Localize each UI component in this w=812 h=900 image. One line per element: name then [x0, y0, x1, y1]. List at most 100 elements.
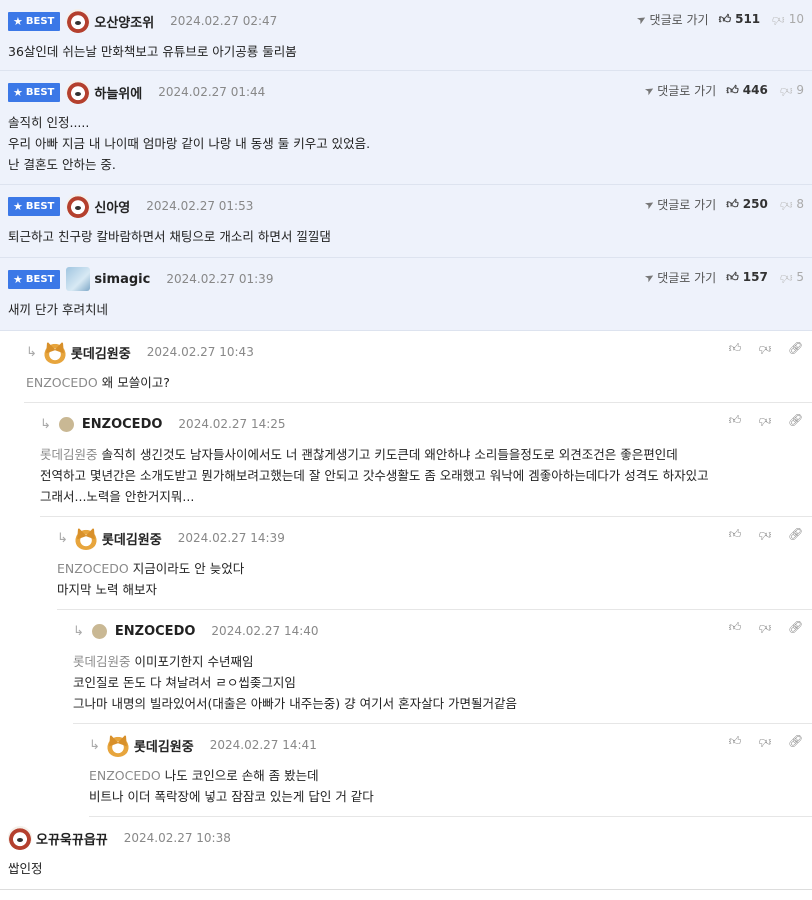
comment-body: 36살인데 쉬는날 만화책보고 유튜브로 아기공룡 둘리봄 — [8, 44, 297, 59]
link-icon[interactable]: 🔗︎ — [788, 620, 803, 635]
comment-body: 롯데김원중 이미포기한지 수년째임 코인질로 돈도 다 쳐날려서 ㄹㅇ씹좆그지임 … — [73, 654, 518, 711]
avatar[interactable] — [91, 623, 107, 639]
reply-comment: ↳ 롯데김원중 2024.02.27 14:41 ENZOCEDO 나도 코인으로… — [89, 724, 812, 817]
reply-arrow-icon: ↳ — [73, 623, 84, 639]
comment-author[interactable]: 롯데김원중 — [102, 529, 162, 548]
comment-date: 2024.02.27 14:41 — [209, 738, 317, 752]
comment-date: 2024.02.27 14:25 — [178, 417, 286, 431]
thumbs-up-icon[interactable]: 👍︎ — [728, 413, 742, 428]
reply-arrow-icon: ↳ — [40, 416, 51, 432]
downvote-button[interactable]: 👍︎ 9 — [780, 83, 804, 98]
star-icon: ★ — [13, 14, 23, 28]
thumbs-down-icon: 👍︎ — [779, 83, 793, 98]
reply-comment: ↳ 롯데김원중 2024.02.27 14:39 ENZOCEDO 지금이라도 안… — [57, 517, 812, 610]
goto-comment-link[interactable]: ➤ 댓글로 가기 — [642, 269, 716, 286]
comment-body: 퇴근하고 친구랑 칼바람하면서 채팅으로 개소리 하면서 낄낄댐 — [8, 229, 331, 244]
mention[interactable]: ENZOCEDO — [89, 768, 161, 783]
best-badge: ★ BEST — [8, 11, 61, 31]
reply-arrow-icon: ↳ — [57, 530, 68, 546]
thumbs-up-icon: 👍︎ — [726, 196, 739, 211]
avatar[interactable] — [8, 826, 32, 850]
reply-comment: ↳ 롯데김원중 2024.02.27 10:43 ENZOCEDO 왜 모쓸이고?… — [24, 331, 812, 403]
reply-comment: ↳ ENZOCEDO 2024.02.27 14:40 롯데김원중 이미포기한지 … — [73, 610, 812, 724]
link-icon[interactable]: 🔗︎ — [788, 413, 803, 428]
thumbs-up-icon: 👍︎ — [726, 269, 739, 284]
thumbs-down-icon: 👍︎ — [779, 270, 793, 285]
downvote-button[interactable]: 👍︎ 10 — [772, 12, 804, 27]
thumbs-down-icon[interactable]: 👍︎ — [758, 734, 772, 749]
thumbs-down-icon[interactable]: 👍︎ — [758, 341, 772, 356]
thumbs-down-icon[interactable]: 👍︎ — [758, 620, 772, 635]
thumbs-down-icon: 👍︎ — [779, 197, 793, 212]
best-badge: ★ BEST — [8, 269, 61, 289]
comment-body: ENZOCEDO 나도 코인으로 손해 좀 봤는데 비트나 이더 폭락장에 넣고 … — [89, 768, 374, 804]
link-icon[interactable]: 🔗︎ — [788, 734, 803, 749]
avatar[interactable] — [105, 733, 130, 757]
link-icon[interactable]: 🔗︎ — [788, 527, 803, 542]
comment-author[interactable]: 하늘위에 — [94, 83, 142, 102]
send-arrow-icon: ➤ — [642, 196, 657, 212]
comment-date: 2024.02.27 01:44 — [158, 85, 266, 99]
comment-date: 2024.02.27 01:53 — [146, 199, 254, 213]
send-arrow-icon: ➤ — [642, 82, 657, 98]
mention[interactable]: ENZOCEDO — [26, 375, 98, 390]
comment: 오뀨욱뀨읍뀨 2024.02.27 10:38 쌉인정 — [0, 817, 812, 890]
goto-comment-link[interactable]: ➤ 댓글로 가기 — [634, 11, 709, 28]
comment-body: 쌉인정 — [8, 861, 43, 876]
avatar[interactable] — [66, 194, 91, 218]
best-comment: ★ BEST 오산양조위 2024.02.27 02:47 36살인데 쉬는날 만… — [0, 0, 812, 71]
upvote-button[interactable]: 👍︎ 511 — [719, 12, 761, 27]
send-arrow-icon: ➤ — [634, 11, 650, 27]
mention[interactable]: 롯데김원중 — [73, 654, 131, 669]
best-badge: ★ BEST — [8, 82, 61, 102]
comment-body: ENZOCEDO 왜 모쓸이고? — [26, 375, 170, 390]
thumbs-up-icon: 👍︎ — [726, 82, 739, 97]
goto-comment-link[interactable]: ➤ 댓글로 가기 — [642, 82, 716, 99]
upvote-button[interactable]: 👍︎ 250 — [726, 197, 768, 212]
link-icon[interactable]: 🔗︎ — [788, 341, 803, 356]
thumbs-down-icon: 👍︎ — [772, 12, 785, 27]
comment-author[interactable]: simagic — [94, 272, 150, 287]
comment-author[interactable]: ENZOCEDO — [82, 417, 163, 432]
comment-date: 2024.02.27 02:47 — [170, 14, 278, 28]
comment-author[interactable]: ENZOCEDO — [115, 624, 196, 639]
downvote-button[interactable]: 👍︎ 5 — [780, 270, 804, 285]
comment-author[interactable]: 신아영 — [94, 197, 130, 216]
reply-arrow-icon: ↳ — [26, 344, 37, 360]
thumbs-up-icon[interactable]: 👍︎ — [728, 734, 742, 749]
comment-body: ENZOCEDO 지금이라도 안 늦었다 마지막 노력 해보자 — [57, 561, 245, 597]
star-icon: ★ — [13, 85, 23, 99]
avatar[interactable] — [73, 526, 98, 550]
star-icon: ★ — [13, 272, 23, 286]
thumbs-up-icon: 👍︎ — [718, 11, 732, 26]
avatar[interactable] — [66, 80, 91, 104]
avatar[interactable] — [58, 416, 74, 432]
comment-author[interactable]: 오산양조위 — [94, 12, 154, 31]
downvote-button[interactable]: 👍︎ 8 — [780, 197, 804, 212]
comment-body: 롯데김원중 솔직히 생긴것도 남자들사이에서도 너 괜찮게생기고 키도큰데 왜안하… — [40, 447, 709, 504]
comment-date: 2024.02.27 01:39 — [166, 272, 274, 286]
avatar[interactable] — [42, 340, 67, 364]
mention[interactable]: ENZOCEDO — [57, 561, 129, 576]
thumbs-down-icon[interactable]: 👍︎ — [758, 413, 772, 428]
upvote-button[interactable]: 👍︎ 157 — [726, 270, 768, 285]
comment-author[interactable]: 롯데김원중 — [134, 736, 194, 755]
upvote-button[interactable]: 👍︎ 446 — [726, 83, 768, 98]
comment-author[interactable]: 롯데김원중 — [71, 343, 131, 362]
comment-author[interactable]: 오뀨욱뀨읍뀨 — [36, 829, 108, 848]
best-badge: ★ BEST — [8, 196, 61, 216]
send-arrow-icon: ➤ — [642, 269, 657, 285]
thumbs-up-icon[interactable]: 👍︎ — [728, 527, 742, 542]
comment-date: 2024.02.27 14:39 — [177, 531, 285, 545]
thumbs-down-icon[interactable]: 👍︎ — [758, 527, 772, 542]
comment-body: 솔직히 인정..... 우리 아빠 지금 내 나이때 엄마랑 같이 나랑 내 동… — [8, 115, 371, 172]
thumbs-up-icon[interactable]: 👍︎ — [728, 341, 742, 356]
star-icon: ★ — [13, 199, 23, 213]
avatar[interactable] — [66, 267, 91, 291]
best-comment: ★ BEST simagic 2024.02.27 01:39 새끼 단가 후려치… — [0, 258, 812, 331]
thumbs-up-icon[interactable]: 👍︎ — [728, 620, 742, 635]
goto-comment-link[interactable]: ➤ 댓글로 가기 — [642, 196, 716, 213]
avatar[interactable] — [66, 9, 91, 33]
comment-date: 2024.02.27 10:38 — [123, 831, 231, 845]
mention[interactable]: 롯데김원중 — [40, 447, 98, 462]
